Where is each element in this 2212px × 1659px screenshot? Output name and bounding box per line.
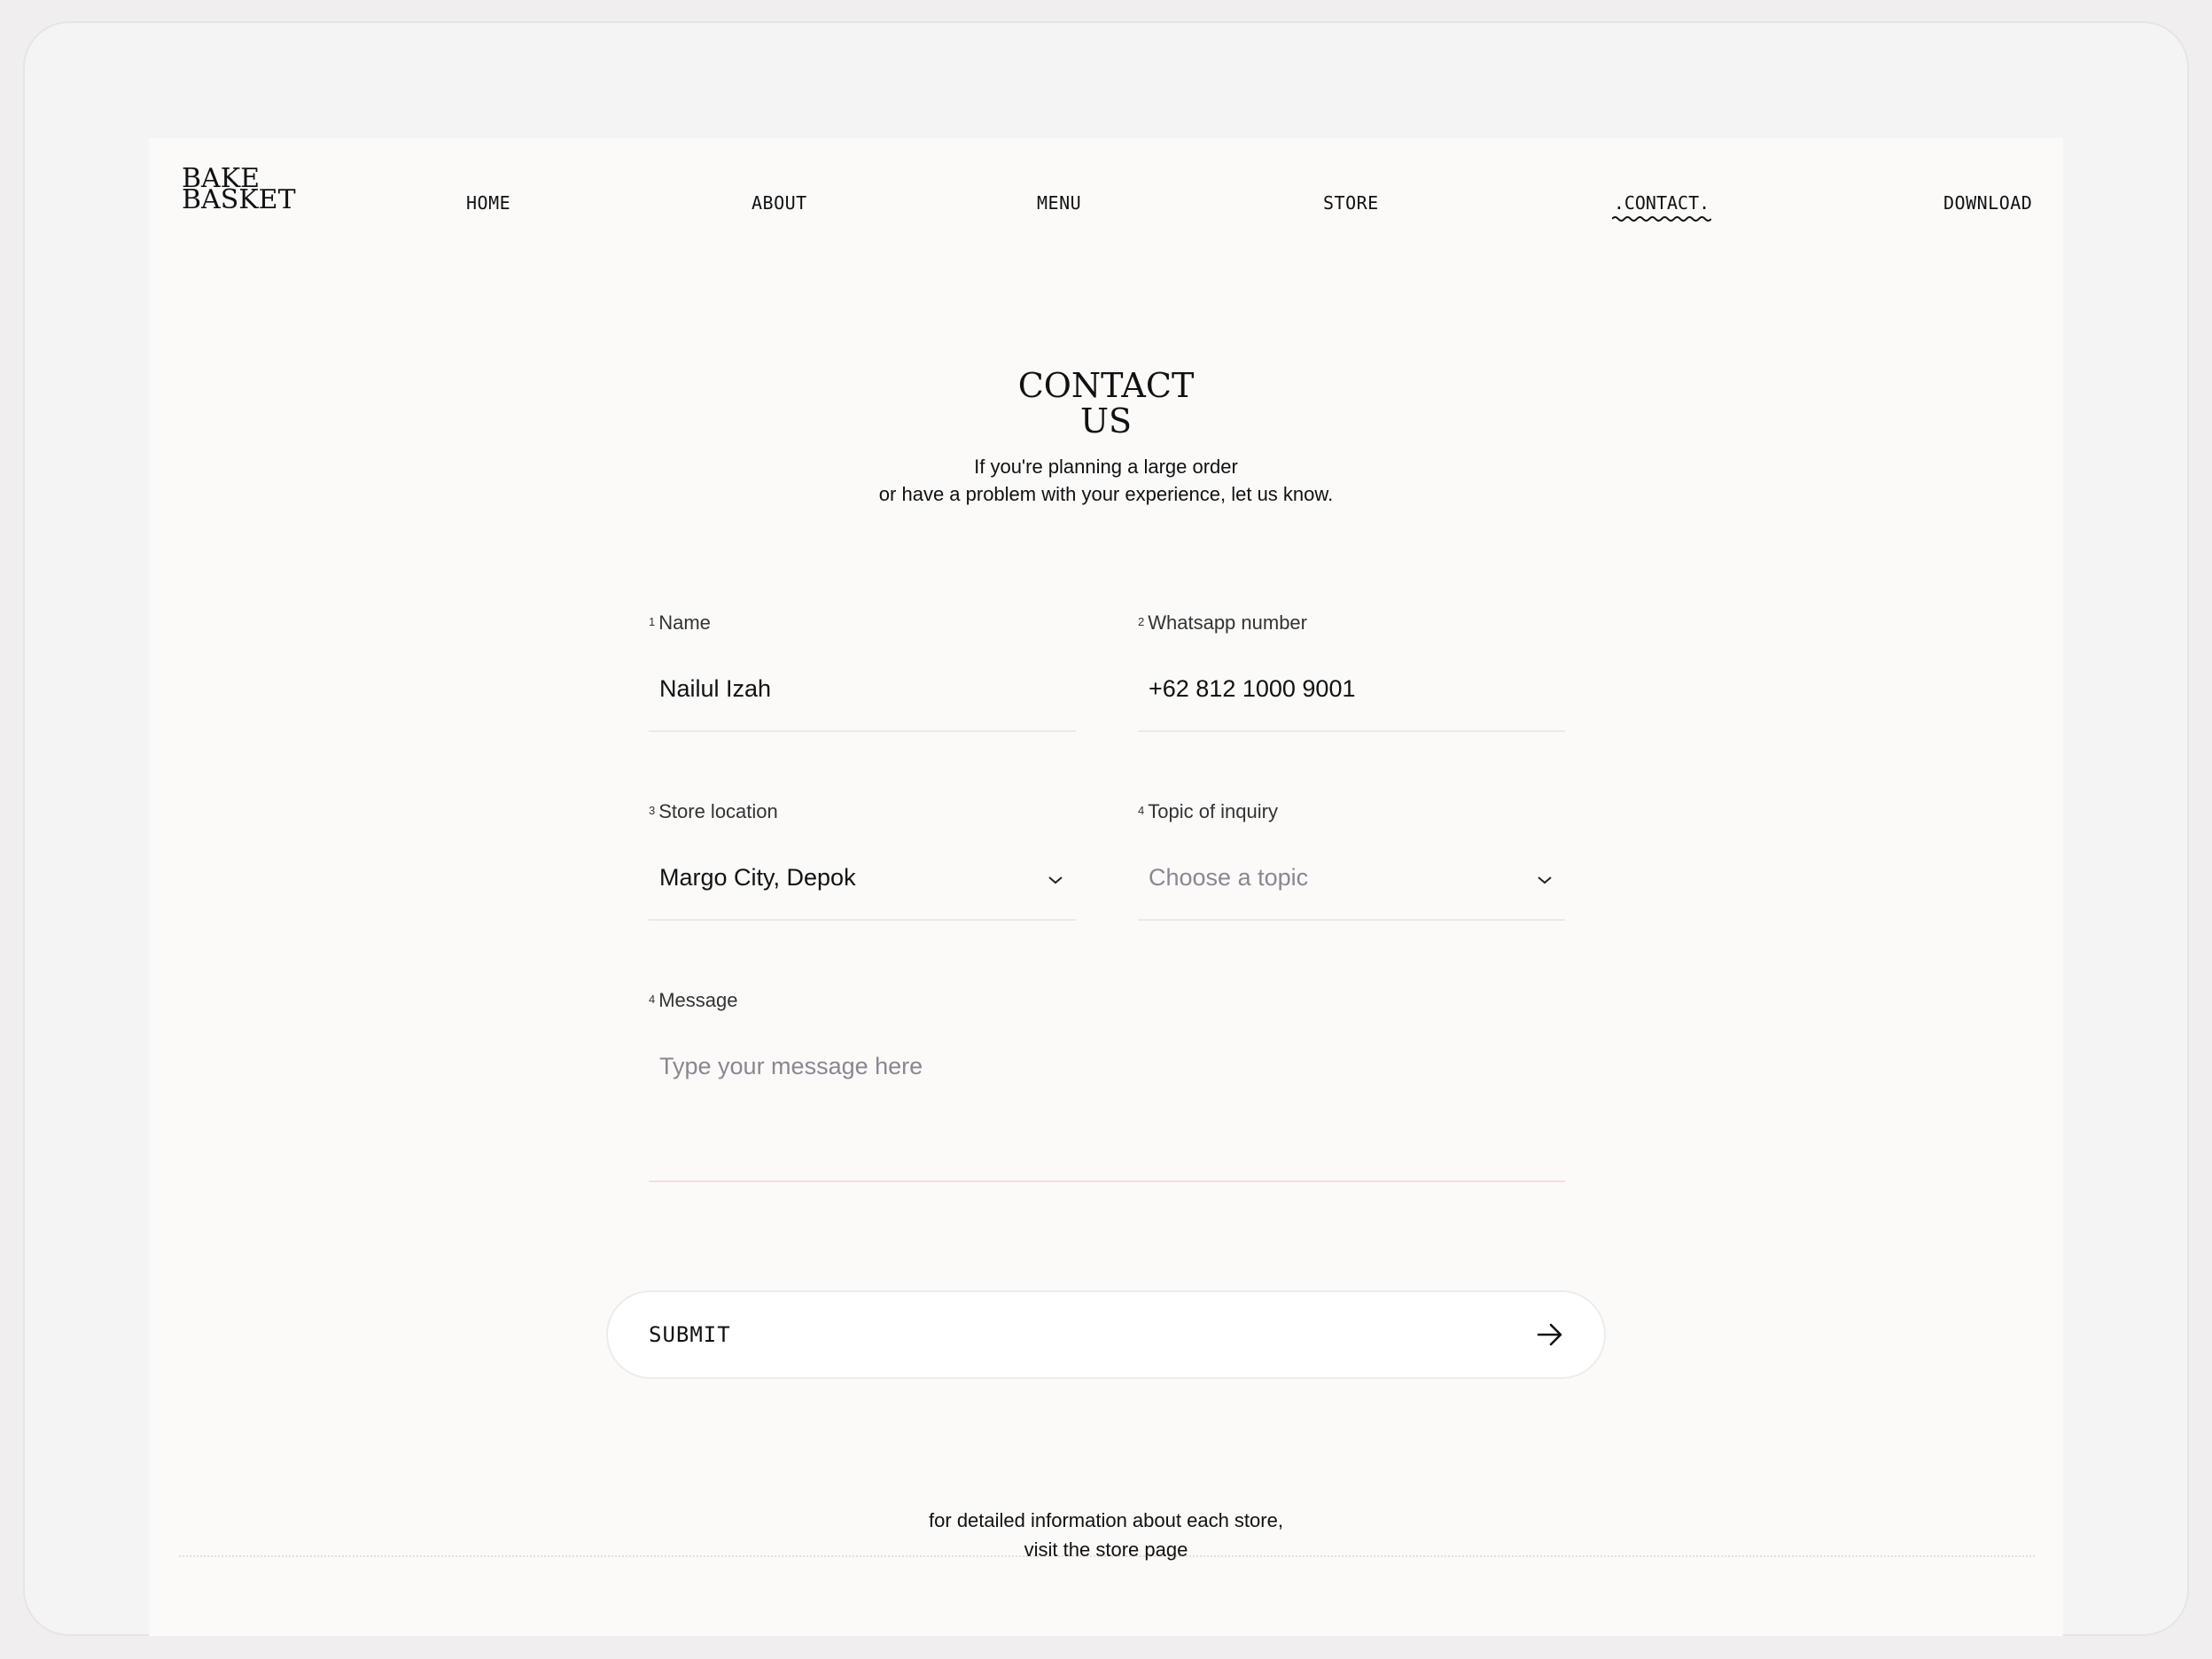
whatsapp-input-value: +62 812 1000 9001 [1149,675,1356,702]
wavy-underline-icon [1612,216,1711,222]
submit-label: SUBMIT [649,1322,731,1347]
nav-download[interactable]: DOWNLOAD [1943,192,2032,214]
brand-logo[interactable]: BAKE BASKET [182,166,296,215]
topic-placeholder: Choose a topic [1149,864,1309,891]
nav-home[interactable]: HOME [466,192,510,214]
whatsapp-input[interactable]: +62 812 1000 9001 [1138,656,1565,732]
store-location-label-number: 3 [649,804,656,817]
name-input[interactable]: Nailul Izah [649,656,1076,732]
footer-note-line1: for detailed information about each stor… [929,1509,1283,1531]
arrow-right-icon [1537,1323,1562,1346]
whatsapp-label-number: 2 [1138,615,1145,628]
nav-contact-label: .CONTACT. [1613,192,1710,214]
footer-note: for detailed information about each stor… [149,1506,2063,1564]
name-input-value: Nailul Izah [659,675,772,702]
submit-button[interactable]: SUBMIT [606,1290,1606,1379]
message-label-text: Message [658,989,738,1011]
topic-label-number: 4 [1138,804,1145,817]
page-subtitle-line1: If you're planning a large order [974,456,1238,478]
page-subtitle-line2: or have a problem with your experience, … [878,483,1334,505]
page: BAKE BASKET HOME ABOUT MENU STORE .CONTA… [149,138,2063,1636]
name-label-number: 1 [649,615,656,628]
nav-store[interactable]: STORE [1323,192,1379,214]
name-label-text: Name [658,611,711,634]
nav-contact[interactable]: .CONTACT. [1608,192,1715,222]
message-placeholder: Type your message here [659,1053,923,1079]
chevron-down-icon [1538,876,1552,884]
message-textarea[interactable]: Type your message here [649,1033,1565,1182]
topic-label-text: Topic of inquiry [1148,800,1278,822]
store-location-label-text: Store location [658,800,778,822]
whatsapp-label: 2 Whatsapp number [1138,611,1307,635]
name-label: 1 Name [649,611,711,635]
page-title-line1: CONTACT [1017,366,1195,405]
page-title: CONTACT US [149,368,2063,439]
whatsapp-label-text: Whatsapp number [1148,611,1307,634]
store-location-value: Margo City, Depok [659,864,856,891]
page-title-line2: US [1079,401,1133,440]
chevron-down-icon [1048,876,1063,884]
message-label: 4 Message [649,989,738,1012]
store-location-label: 3 Store location [649,800,778,823]
nav-menu[interactable]: MENU [1037,192,1081,214]
message-label-number: 4 [649,993,656,1006]
nav-about[interactable]: ABOUT [752,192,807,214]
topic-select[interactable]: Choose a topic [1138,845,1565,921]
topic-label: 4 Topic of inquiry [1138,800,1278,823]
store-location-select[interactable]: Margo City, Depok [649,845,1076,921]
brand-logo-line2: BASKET [182,184,296,215]
footer-note-line2: visit the store page [1024,1538,1188,1561]
page-subtitle: If you're planning a large order or have… [149,453,2063,508]
